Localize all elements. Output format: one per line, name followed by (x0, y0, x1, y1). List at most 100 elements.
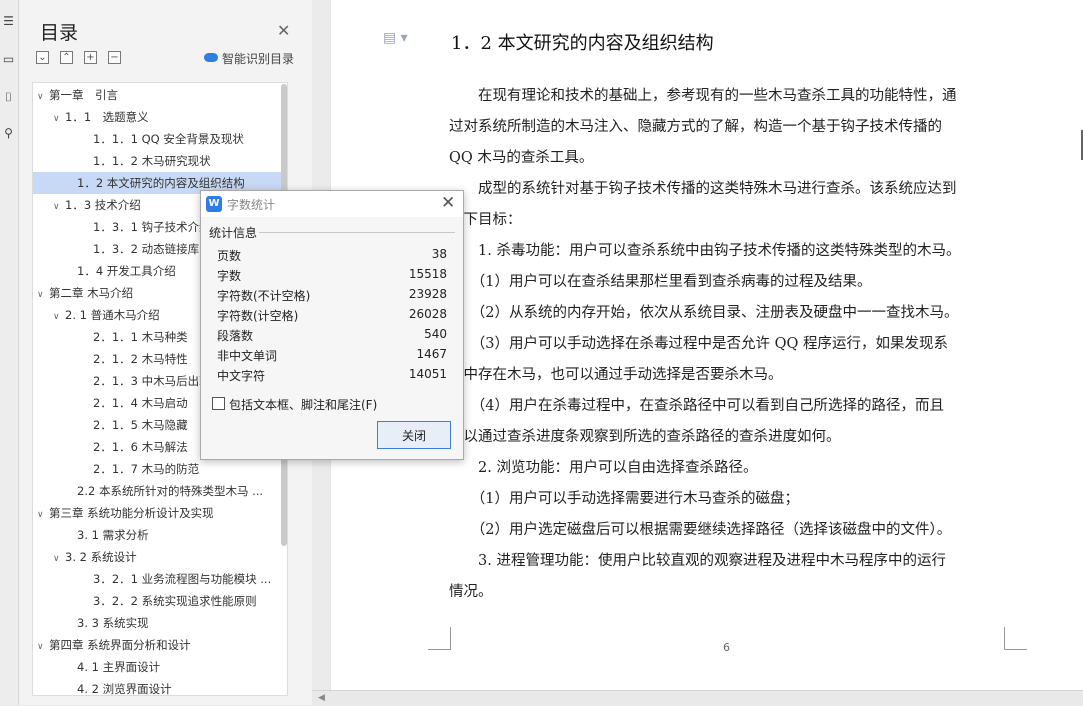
stat-row: 页数 38 (217, 247, 447, 267)
toc-item[interactable]: 3．2．2 系统实现追求性能原则 (33, 590, 287, 612)
toc-title: 目录 (40, 22, 79, 44)
toc-item-label: 1．3．2 动态链接库 (93, 242, 200, 256)
toc-item-label: 2．1．6 木马解法 (93, 440, 188, 454)
toc-item[interactable]: ∨ 3. 2 系统设计 (33, 546, 287, 568)
stat-label: 字符数(计空格) (217, 309, 299, 323)
toc-item[interactable]: 3．2．1 业务流程图与功能模块 ... (33, 568, 287, 590)
section-heading: 1．2 本文研究的内容及组织结构 (451, 33, 714, 54)
stat-row: 字符数(不计空格) 23928 (217, 287, 447, 307)
close-icon[interactable]: ✕ (441, 193, 455, 213)
body-text-line: 成型的系统针对基于钩子技术传播的这类特殊木马进行查杀。该系统应达到 (449, 181, 957, 197)
page-number: 6 (723, 641, 730, 654)
toc-item[interactable]: ∨ 第三章 系统功能分析设计及实现 (33, 502, 287, 524)
body-text-line: 在现有理论和技术的基础上，参考现有的一些木马查杀工具的功能特性，通 (449, 88, 957, 104)
toc-item[interactable]: 4. 2 浏览界面设计 (33, 678, 287, 695)
page-corner-mark (428, 627, 451, 650)
document-icon[interactable]: ▤ ▾ (383, 30, 408, 46)
dialog-titlebar[interactable]: W 字数统计 ✕ (201, 191, 463, 217)
wps-logo-icon: W (206, 196, 222, 212)
body-text-line: （1）用户可以手动选择需要进行木马查杀的磁盘； (449, 491, 799, 507)
chevron-down-icon[interactable]: ∨ (37, 636, 49, 656)
close-icon[interactable]: ✕ (277, 21, 290, 40)
stats-section-label: 统计信息 (209, 226, 258, 240)
chapter-icon[interactable]: ▭ (2, 52, 15, 66)
toc-item-label: 3. 2 系统设计 (65, 550, 137, 564)
stat-label: 非中文单词 (217, 349, 278, 363)
toc-item-label: 第三章 系统功能分析设计及实现 (49, 506, 214, 520)
toc-item[interactable]: ∨ 1．1 选题意义 (33, 106, 287, 128)
body-text-line: 可以通过查杀进度条观察到所选的查杀路径的查杀进度如何。 (449, 429, 841, 445)
chevron-down-icon[interactable]: ∨ (53, 548, 65, 568)
toc-item[interactable]: 2．1．7 木马的防范 (33, 458, 287, 480)
stat-value: 1467 (416, 347, 447, 361)
stat-value: 540 (424, 327, 447, 341)
body-text-line: 过对系统所制造的木马注入、隐藏方式的了解，构造一个基于钩子技术传播的 (449, 119, 942, 135)
include-textbox-label[interactable]: 包括文本框、脚注和尾注(F) (229, 396, 377, 413)
toc-item[interactable]: 2.2 本系统所针对的特殊类型木马 ... (33, 480, 287, 502)
close-button[interactable]: 关闭 (377, 421, 451, 449)
toc-item-label: 1．3 技术介绍 (65, 198, 141, 212)
toc-item[interactable]: 3. 3 系统实现 (33, 612, 287, 634)
scroll-left-icon[interactable]: ◀ (318, 693, 325, 703)
stat-row: 非中文单词 1467 (217, 347, 447, 367)
chevron-down-icon[interactable]: ∨ (53, 306, 65, 326)
chevron-down-icon[interactable]: ∨ (53, 196, 65, 216)
horizontal-scrollbar[interactable]: ◀ (312, 690, 1083, 706)
toc-item-label: 1．1．1 QQ 安全背景及现状 (93, 132, 244, 146)
body-text-line: 情况。 (449, 584, 493, 600)
toc-item-label: 2. 1 普通木马介绍 (65, 308, 160, 322)
toc-item-label: 1．2 本文研究的内容及组织结构 (77, 176, 245, 190)
toc-item[interactable]: 3. 1 需求分析 (33, 524, 287, 546)
toc-item-label: 1．1．2 木马研究现状 (93, 154, 211, 168)
cloud-icon (204, 53, 218, 62)
include-textbox-checkbox[interactable] (212, 397, 225, 410)
stat-row: 字符数(计空格) 26028 (217, 307, 447, 327)
toc-item-label: 2．1．1 木马种类 (93, 330, 188, 344)
stat-row: 段落数 540 (217, 327, 447, 347)
toc-item-label: 2．1．4 木马启动 (93, 396, 188, 410)
stat-value: 23928 (408, 287, 447, 301)
expand-all-icon[interactable]: ⌃ (60, 51, 73, 64)
toc-item-label: 3. 1 需求分析 (77, 528, 149, 542)
word-count-dialog: W 字数统计 ✕ 统计信息 页数 38 字数 15518 字符数(不计空格) 23928 字… (200, 190, 464, 460)
body-text-line: （2）从系统的内存开始，依次从系统目录、注册表及硬盘中一一查找木马。 (449, 305, 959, 321)
chevron-down-icon[interactable]: ∨ (53, 108, 65, 128)
stat-label: 段落数 (217, 329, 254, 343)
toc-item-label: 3．2．2 系统实现追求性能原则 (93, 594, 257, 608)
chevron-down-icon[interactable]: ∨ (37, 504, 49, 524)
body-text-line: 3. 进程管理功能：使用户比较直观的观察进程及进程中木马程序中的运行 (449, 553, 946, 569)
toc-icon[interactable]: ☰ (2, 14, 15, 28)
toc-item-label: 第二章 木马介绍 (49, 286, 134, 300)
smart-toc-button[interactable]: 智能识别目录 (204, 50, 294, 67)
toc-item-label: 2．1．2 木马特性 (93, 352, 188, 366)
stat-value: 14051 (408, 367, 447, 381)
chevron-down-icon[interactable]: ∨ (37, 284, 49, 304)
toc-item[interactable]: ∨ 第四章 系统界面分析和设计 (33, 634, 287, 656)
body-text-line: 统中存在木马，也可以通过手动选择是否要杀木马。 (449, 367, 783, 383)
body-text-line: （4）用户在杀毒过程中，在查杀路径中可以看到自己所选择的路径，而且 (449, 398, 944, 414)
toc-item-label: 1．3．1 钩子技术介绍 (93, 220, 211, 234)
stat-label: 字数 (217, 269, 242, 283)
body-text-line: 2. 浏览功能：用户可以自由选择查杀路径。 (449, 460, 758, 476)
stat-row: 字数 15518 (217, 267, 447, 287)
toc-item[interactable]: ∨ 第一章 引言 (33, 84, 287, 106)
remove-heading-icon[interactable]: − (108, 51, 121, 64)
collapse-all-icon[interactable]: ⌄ (36, 51, 49, 64)
stat-value: 38 (431, 247, 447, 261)
chevron-down-icon[interactable]: ∨ (37, 86, 49, 106)
page-corner-mark (1004, 627, 1027, 650)
toc-item[interactable]: 1．1．2 木马研究现状 (33, 150, 287, 172)
toc-item[interactable]: 1．1．1 QQ 安全背景及现状 (33, 128, 287, 150)
toc-item-label: 4. 1 主界面设计 (77, 660, 161, 674)
search-icon[interactable]: ⚲ (2, 126, 15, 140)
stat-value: 15518 (408, 267, 447, 281)
toc-item-label: 1．1 选题意义 (65, 110, 149, 124)
add-heading-icon[interactable]: + (84, 51, 97, 64)
toc-item[interactable]: 4. 1 主界面设计 (33, 656, 287, 678)
body-text-line: 如下目标： (449, 212, 522, 228)
toc-item-label: 2．1．7 木马的防范 (93, 462, 200, 476)
body-text-line: QQ 木马的查杀工具。 (449, 150, 594, 166)
stat-label: 中文字符 (217, 369, 266, 383)
bookmark-icon[interactable]: ⌷ (2, 90, 15, 104)
stat-label: 页数 (217, 249, 242, 263)
